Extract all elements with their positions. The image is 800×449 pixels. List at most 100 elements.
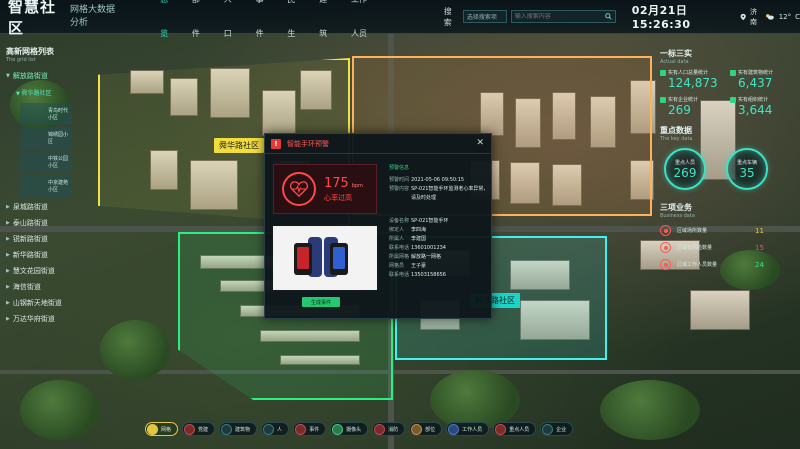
alert-icon: ! <box>271 138 281 149</box>
tool-part[interactable]: 部位 <box>409 422 443 436</box>
camera-icon <box>332 423 344 435</box>
grid-item[interactable]: ▼ 解放路街道 <box>0 68 72 84</box>
grid-list-panel: 高新网格列表 The grid list ▼ 解放路街道 ▼ 舜华路社区 青鸟时代… <box>0 46 72 323</box>
info-row: 网格员 王子豪 <box>389 263 427 269</box>
enterprise-icon <box>660 96 666 103</box>
search-category-select[interactable]: 选择搜索项 <box>462 10 507 23</box>
chevron-right-icon: ▶ <box>6 204 10 210</box>
business-title: 三项业务 <box>660 203 692 212</box>
info-row: 联系电话 13503158656 <box>389 272 446 278</box>
nav-population[interactable]: 人口 <box>213 0 245 51</box>
business-subtitle: Business data <box>660 213 695 219</box>
stat-buildings[interactable]: 实有建筑物统计 6,437 <box>730 69 800 90</box>
tool-key-person[interactable]: 重点人员 <box>493 422 537 436</box>
search-label: 搜索 <box>443 6 452 27</box>
chevron-right-icon: ▶ <box>6 268 10 274</box>
grid-subitem[interactable]: 锦绣园小区 <box>20 127 72 149</box>
weather-city: 济南 <box>750 7 758 26</box>
person-icon <box>263 423 275 435</box>
chevron-right-icon: ▶ <box>6 236 10 242</box>
fire-icon <box>374 423 386 435</box>
temp-unit: C <box>795 12 800 21</box>
top-bar: 智慧社区 网格大数据分析 总览 部件 人口 事件 民生 建筑 工作人员 搜索 选… <box>0 0 800 38</box>
grid-child[interactable]: ▼ 舜华路社区 <box>0 84 72 101</box>
chevron-down-icon: ▼ <box>6 73 10 79</box>
stats-panel: 一标三实 Actual data 实有人口总量统计 124,873 实有建筑物统… <box>660 48 800 270</box>
tool-fire[interactable]: 消防 <box>372 422 406 436</box>
zone-label-shunhua[interactable]: 舜华路社区 <box>214 138 264 153</box>
alert-modal: ! 智能手环预警 ✕ 175 bpm 心率过高 生成事件 预警信息 预警时间 2… <box>264 133 492 319</box>
clock: 02月21日 15:26:30 <box>631 4 691 31</box>
tool-event[interactable]: 事件 <box>293 422 327 436</box>
tool-building[interactable]: 建筑物 <box>219 422 258 436</box>
tool-grid[interactable]: 网格 <box>145 422 179 436</box>
enterprise-icon <box>542 423 554 435</box>
search-input-box[interactable] <box>510 10 616 23</box>
nav-livelihood[interactable]: 民生 <box>276 0 308 51</box>
panel-subtitle: The grid list <box>6 57 36 63</box>
tool-person[interactable]: 人 <box>261 422 290 436</box>
warning-icon <box>660 242 671 253</box>
grid-icon <box>147 423 158 435</box>
biz-row[interactable]: 区域工作人员数量 24 <box>660 259 800 270</box>
grid-item[interactable]: ▶ 锐新路街道 <box>0 231 72 247</box>
nav-staff[interactable]: 工作人员 <box>340 0 382 51</box>
key-persons-gauge[interactable]: 重点人员 269 <box>664 148 706 190</box>
tool-staff[interactable]: 工作人员 <box>446 422 490 436</box>
event-icon <box>295 423 307 435</box>
tool-enterprise[interactable]: 企业 <box>540 422 574 436</box>
heart-rate-card: 175 bpm 心率过高 <box>273 164 377 214</box>
heart-rate-icon <box>282 172 316 206</box>
nav-overview[interactable]: 总览 <box>149 0 181 51</box>
chevron-right-icon: ▶ <box>6 220 10 226</box>
chevron-right-icon: ▶ <box>6 316 10 322</box>
grid-subitem[interactable]: 中铁公园小区 <box>20 151 72 173</box>
modal-header: ! 智能手环预警 ✕ <box>265 134 491 154</box>
bottom-toolbar: 网格 党建 建筑物 人 事件 摄像头 消防 部位 工作人员 重点人员 企业 <box>145 421 655 437</box>
stat-organizations[interactable]: 实有组织统计 3,644 <box>730 96 800 117</box>
nav-components[interactable]: 部件 <box>181 0 213 51</box>
location-icon <box>740 13 746 20</box>
alert-info-title: 预警信息 <box>389 165 410 171</box>
search-input[interactable] <box>514 13 605 20</box>
grid-item[interactable]: ▶ 海信街道 <box>0 279 72 295</box>
generate-event-button[interactable]: 生成事件 <box>302 297 340 307</box>
party-icon <box>184 423 196 435</box>
chevron-right-icon: ▶ <box>6 284 10 290</box>
biz-row[interactable]: 区域有风险数量 15 <box>660 242 800 253</box>
info-row: 预警内容 SP-021智能手环监测老心率异常，请及时处理 <box>389 186 489 201</box>
person-icon <box>660 69 666 76</box>
key-person-icon <box>495 423 507 435</box>
staff-icon <box>448 423 460 435</box>
grid-item[interactable]: ▶ 慧文花园街道 <box>0 263 72 279</box>
search-icon[interactable] <box>605 13 612 20</box>
grid-item[interactable]: ▶ 泰山路街道 <box>0 215 72 231</box>
biz-row[interactable]: 区域场所数量 11 <box>660 225 800 236</box>
grid-subitem[interactable]: 中京建苑小区 <box>20 175 72 197</box>
modal-title: 智能手环预警 <box>287 139 329 148</box>
stat-population[interactable]: 实有人口总量统计 124,873 <box>660 69 730 90</box>
info-row: 所属人 李建国 <box>389 236 427 242</box>
grid-subitem[interactable]: 青鸟时代小区 <box>20 103 72 125</box>
key-data-subtitle: The key data <box>660 136 693 142</box>
info-row: 绑定人 李四海 <box>389 227 427 233</box>
heart-rate-unit: bpm <box>351 182 364 189</box>
location-pin-icon <box>660 225 671 236</box>
nav-buildings[interactable]: 建筑 <box>308 0 340 51</box>
panel-title: 高新网格列表 <box>6 47 54 56</box>
info-row: 所属网格 解放路一网格 <box>389 254 442 260</box>
smart-band-image <box>273 226 377 290</box>
key-vehicles-gauge[interactable]: 重点车辆 35 <box>726 148 768 190</box>
close-icon[interactable]: ✕ <box>476 138 484 148</box>
app-title: 智慧社区 <box>8 0 57 37</box>
grid-item[interactable]: ▶ 万达华府街道 <box>0 311 72 327</box>
tool-party[interactable]: 党建 <box>182 422 216 436</box>
grid-item[interactable]: ▶ 泉城路街道 <box>0 199 72 215</box>
grid-item[interactable]: ▶ 新华路街道 <box>0 247 72 263</box>
grid-item[interactable]: ▶ 山钢新天地街道 <box>0 295 72 311</box>
tool-camera[interactable]: 摄像头 <box>330 422 369 436</box>
weather-temp: 12° <box>778 12 792 21</box>
nav-events[interactable]: 事件 <box>245 0 277 51</box>
stat-enterprises[interactable]: 实有企业统计 269 <box>660 96 730 117</box>
building-icon <box>221 423 233 435</box>
